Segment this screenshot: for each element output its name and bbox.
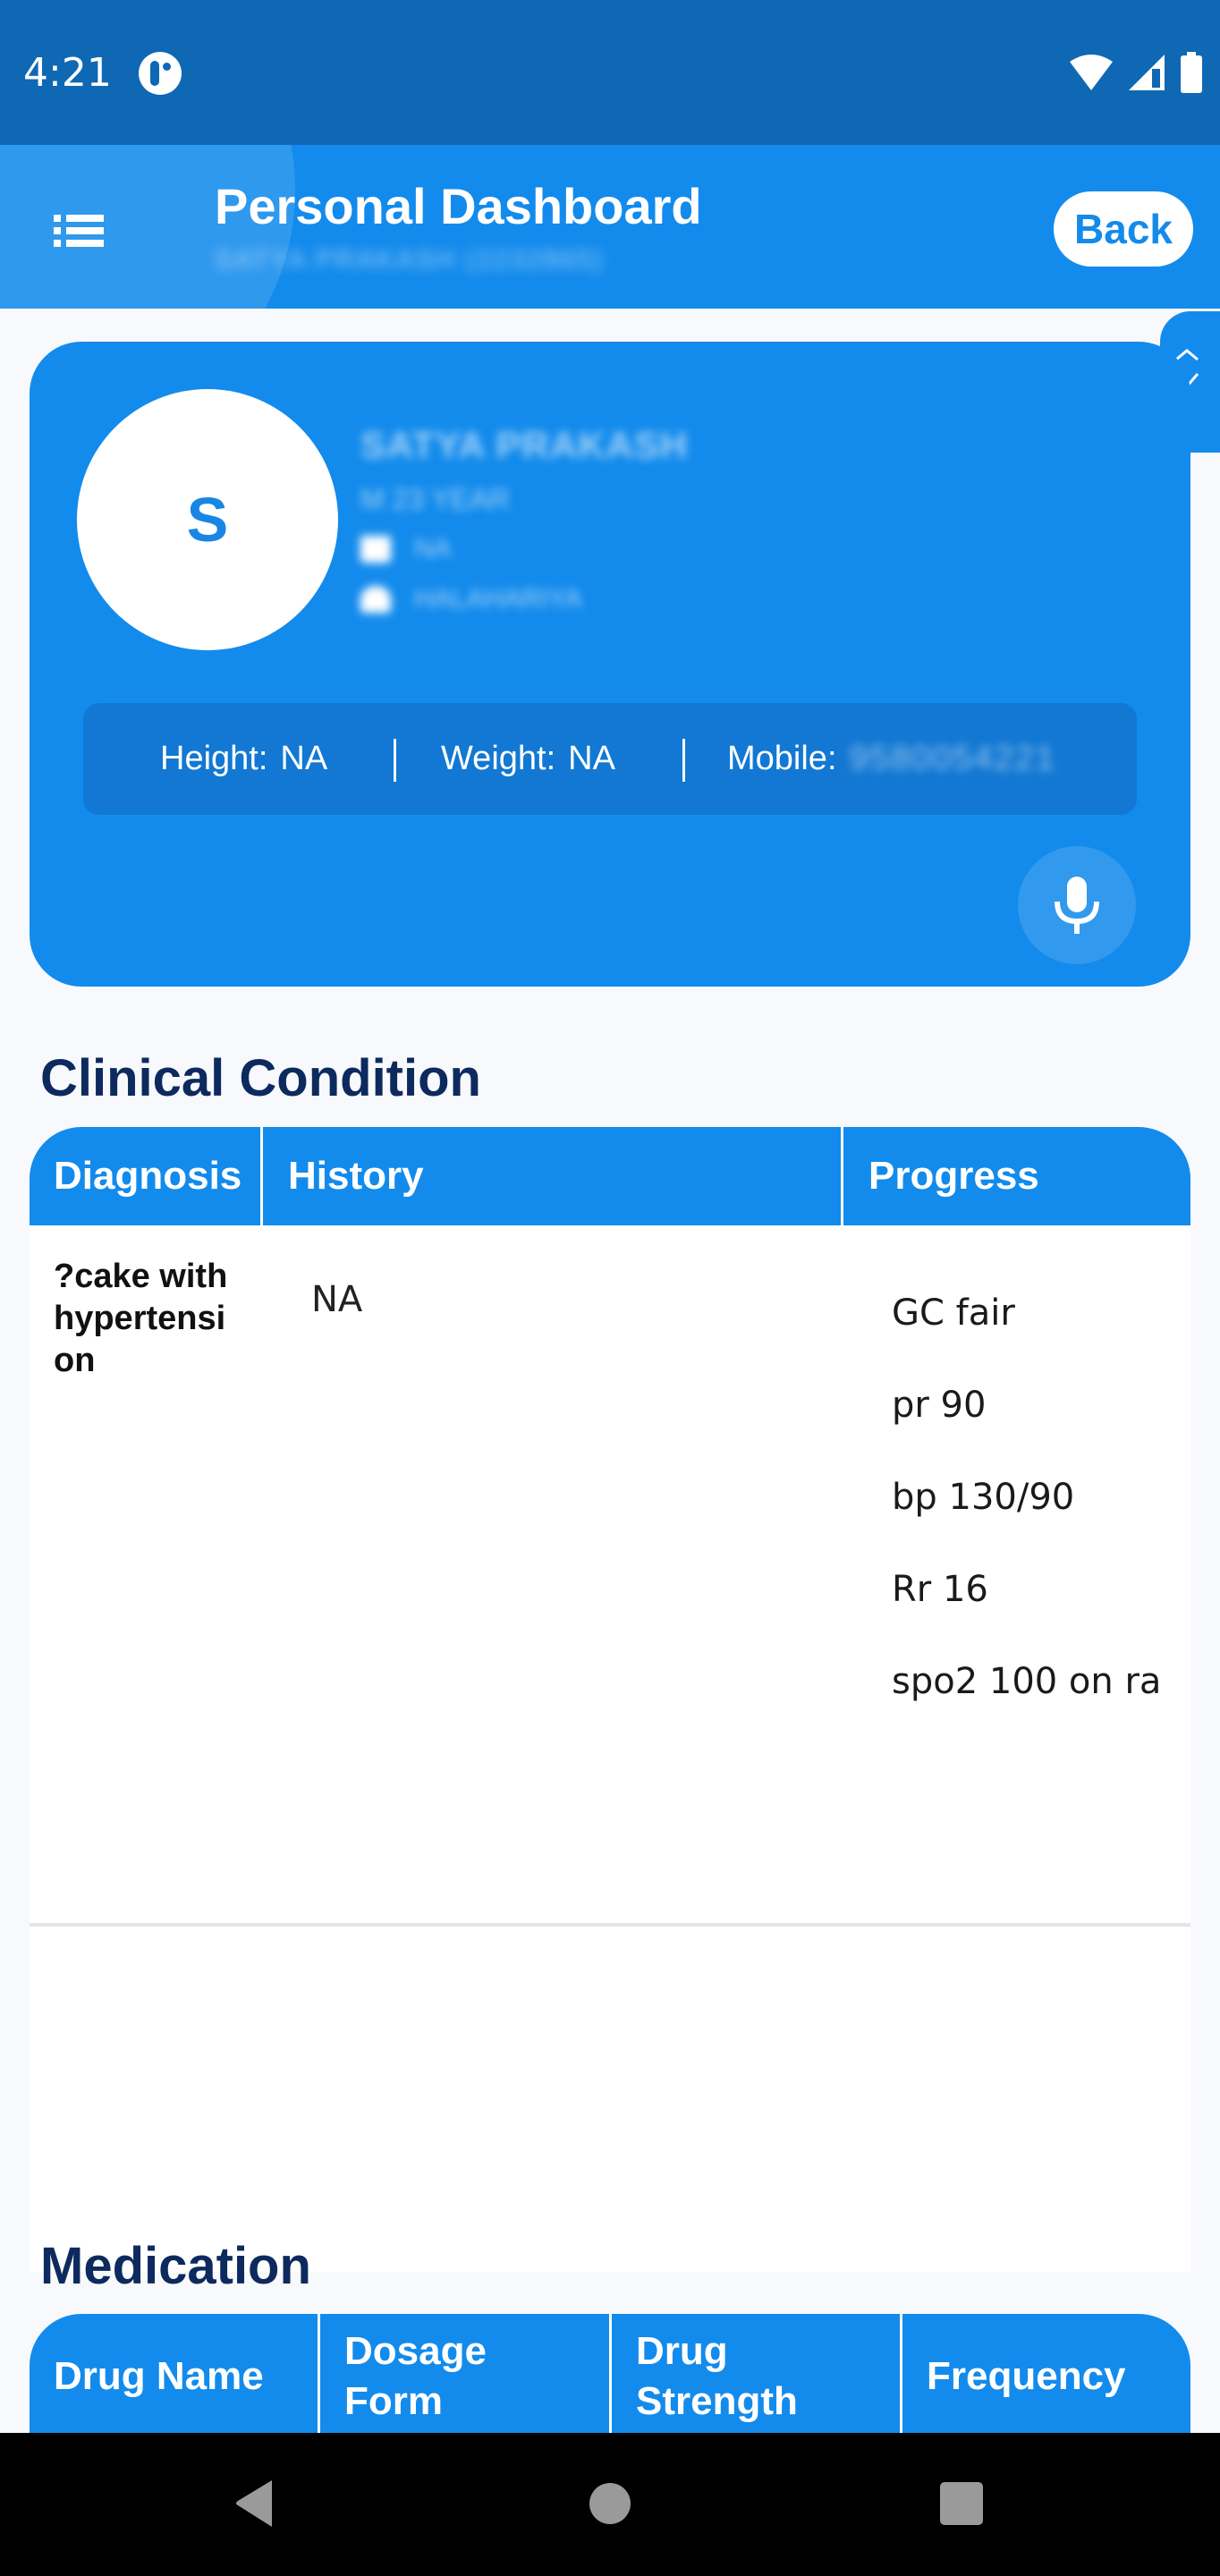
- medication-table: Drug Name Dosage Form Drug Strength Freq…: [30, 2314, 1190, 2439]
- address-value: HALAHARIYA: [414, 584, 582, 614]
- back-button[interactable]: Back: [1054, 191, 1193, 267]
- table-header: Diagnosis History Progress: [30, 1127, 1190, 1225]
- clinical-condition-table: Diagnosis History Progress ?cake with hy…: [30, 1127, 1190, 2272]
- nav-back-icon: [236, 2480, 272, 2527]
- page-title: Personal Dashboard: [215, 178, 702, 234]
- column-header-history: History: [288, 1154, 424, 1198]
- progress-note: spo2 100 on ra: [892, 1661, 1162, 1702]
- id-card-icon: [360, 536, 391, 563]
- height-label: Height:: [160, 740, 268, 777]
- contact-value: NA: [414, 534, 452, 564]
- mobile-label: Mobile:: [727, 740, 837, 777]
- column-header-dosage-form: Dosage Form: [344, 2329, 487, 2423]
- table-body: ?cake with hypertensi on NA GC fair pr 9…: [30, 1225, 1190, 2272]
- history-cell: NA: [311, 1279, 363, 1320]
- mobile-value: 9580054221: [849, 740, 1056, 777]
- column-header-frequency: Frequency: [927, 2354, 1126, 2398]
- notification-app-icon: [139, 52, 182, 95]
- avatar: S: [77, 389, 338, 650]
- progress-note: Rr 16: [892, 1569, 988, 1610]
- microphone-icon: [1055, 877, 1099, 934]
- app-header: Personal Dashboard SATYA PRAKASH (223286…: [0, 145, 1220, 309]
- status-time: 4:21: [23, 50, 112, 96]
- contact-row: NA: [360, 534, 688, 564]
- medication-heading: Medication: [40, 2237, 311, 2295]
- column-divider: [900, 2314, 902, 2439]
- patient-profile-card: S SATYA PRAKASH M 23 YEAR NA HALAHARIYA …: [30, 342, 1190, 987]
- nav-recents-icon: [940, 2482, 983, 2525]
- table-header: Drug Name Dosage Form Drug Strength Freq…: [30, 2314, 1190, 2439]
- patient-info: SATYA PRAKASH M 23 YEAR NA HALAHARIYA: [360, 424, 688, 634]
- row-divider: [30, 1923, 1190, 1927]
- nav-home-icon: [589, 2483, 631, 2524]
- clinical-condition-heading: Clinical Condition: [40, 1049, 481, 1107]
- column-divider: [318, 2314, 320, 2439]
- column-header-diagnosis: Diagnosis: [54, 1154, 242, 1198]
- stat-divider: [394, 739, 396, 782]
- progress-note: bp 130/90: [892, 1477, 1075, 1518]
- nav-home-button[interactable]: [574, 2472, 646, 2535]
- column-divider: [260, 1127, 263, 1225]
- mobile-stat: Mobile: 9580054221: [727, 740, 1056, 778]
- stat-divider: [682, 739, 685, 782]
- battery-icon: [1181, 52, 1202, 93]
- voice-input-button[interactable]: [1018, 846, 1136, 964]
- progress-note: GC fair: [892, 1292, 1015, 1334]
- status-bar: 4:21: [0, 0, 1220, 145]
- nav-recents-button[interactable]: [926, 2472, 997, 2535]
- cellular-signal-icon: [1129, 55, 1165, 90]
- screen: 4:21 Personal Dashboard SATYA PRAKASH (2…: [0, 0, 1220, 2576]
- height-value: NA: [280, 740, 328, 777]
- system-nav-bar: [0, 2433, 1220, 2576]
- menu-button[interactable]: [47, 199, 109, 252]
- patient-name: SATYA PRAKASH: [360, 424, 689, 466]
- column-divider: [841, 1127, 843, 1225]
- weight-stat: Weight: NA: [441, 740, 615, 778]
- list-menu-icon: [54, 215, 104, 247]
- column-header-progress: Progress: [868, 1154, 1039, 1198]
- nav-back-button[interactable]: [219, 2472, 291, 2535]
- weight-value: NA: [568, 740, 615, 777]
- address-row: HALAHARIYA: [360, 584, 688, 614]
- patient-id-subtitle: SATYA PRAKASH (2232865): [215, 245, 605, 275]
- column-header-drug-strength: Drug Strength: [636, 2329, 798, 2423]
- status-icons: [1068, 52, 1204, 93]
- wifi-icon: [1070, 55, 1113, 90]
- weight-label: Weight:: [441, 740, 556, 777]
- patient-gender-age: M 23 YEAR: [360, 483, 510, 515]
- progress-cell: GC fair pr 90 bp 130/90 Rr 16 spo2 100 o…: [892, 1288, 1178, 1749]
- home-icon: [360, 586, 391, 613]
- diagnosis-cell: ?cake with hypertensi on: [54, 1258, 228, 1379]
- progress-note: pr 90: [892, 1385, 987, 1426]
- column-divider: [609, 2314, 612, 2439]
- vitals-stats-bar: Height: NA Weight: NA Mobile: 9580054221: [83, 703, 1137, 815]
- column-header-drug-name: Drug Name: [54, 2354, 264, 2398]
- height-stat: Height: NA: [160, 740, 327, 778]
